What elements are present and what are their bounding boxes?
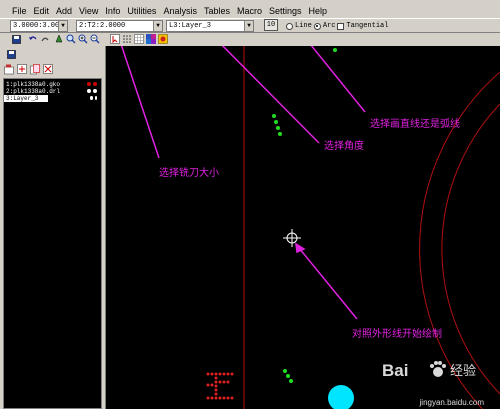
draw-mode-group: Line Arc Tangential [286,20,388,32]
layer-visibility-dot[interactable] [87,82,91,86]
layer-colors-icon[interactable] [146,34,156,44]
layer-move-icon[interactable] [17,64,28,75]
menu-bar: File Edit Add View Info Utilities Analys… [0,4,500,18]
layer-status-dots [87,89,97,93]
menu-add[interactable]: Add [56,6,72,16]
drill-dots-top [272,48,337,136]
grid-icon[interactable] [122,34,132,44]
canvas-drawing [120,46,500,409]
layer-copy-icon[interactable] [30,64,41,75]
annotation-tool-size: 选择铣刀大小 [159,168,219,179]
drawing-canvas[interactable]: 选择铣刀大小 选择画直线还是弧线 选择角度 对照外形线开始绘制 Bai 经验 j… [107,46,500,409]
aperture-select[interactable]: 3.0000:3.0000 ▼ [10,20,68,32]
layer-row[interactable]: 1:plk1338a0.gko [4,81,101,88]
paw-icon [430,361,446,377]
layer-visibility-dot[interactable] [90,96,93,100]
layer-value: L3:Layer_3 [169,22,212,30]
save-icon[interactable] [11,34,21,44]
layer-status-dots [90,96,97,100]
layer-color-dot[interactable] [94,96,97,100]
annotation-outline: 对照外形线开始绘制 [352,329,442,340]
layer-list: 1:plk1338a0.gko 2:plk1338a0.drl 3:Layer_… [3,78,102,409]
layer-panel: 1:plk1338a0.gko 2:plk1338a0.drl 3:Layer_… [0,46,106,409]
menu-analysis[interactable]: Analysis [163,6,197,16]
chevron-down-icon[interactable]: ▼ [58,21,67,31]
annotation-angle: 选择角度 [324,141,364,152]
menu-help[interactable]: Help [309,6,328,16]
layer-visibility-dot[interactable] [87,89,91,93]
layer-color-dot[interactable] [93,89,97,93]
redo-icon[interactable] [40,34,50,44]
chevron-down-icon[interactable]: ▼ [153,21,162,31]
menu-edit[interactable]: Edit [34,6,50,16]
undo-icon[interactable] [28,34,38,44]
layer-status-dots [87,82,97,86]
svg-text:经验: 经验 [450,363,476,379]
tangential-checkbox[interactable] [337,22,345,30]
menu-tables[interactable]: Tables [204,6,230,16]
zoom-out-icon[interactable] [90,34,100,44]
draw-toolbar: 3.0000:3.0000 ▼ 2:T2:2.0000 ▼ L3:Layer_3… [0,18,500,33]
layer-panel-toolbar [4,64,54,76]
menu-macro[interactable]: Macro [237,6,262,16]
annotation-arrows [120,46,366,320]
zoom-window-icon[interactable] [66,34,76,44]
chevron-down-icon[interactable]: ▼ [244,21,253,31]
watermark-domain: jingyan.baidu.com [419,398,484,407]
annotation-line-or-arc: 选择画直线还是弧线 [370,119,460,130]
drc-icon[interactable] [158,34,168,44]
arc-label: Arc [322,22,336,30]
tangential-label: Tangential [346,22,389,30]
jingyan-logo-icon: 经验 [450,363,476,379]
layer-row[interactable]: 2:plk1338a0.drl [4,88,101,95]
tool-select[interactable]: 2:T2:2.0000 ▼ [76,20,163,32]
layer-label: 2:plk1338a0.drl [6,88,61,95]
drill-dots-bottom [283,369,293,383]
line-label: Line [295,22,312,30]
outline-arc-inner [441,103,500,395]
layer-delete-icon[interactable] [43,64,54,75]
pan-icon[interactable] [54,34,64,44]
layer-add-icon[interactable] [4,64,15,75]
zoom-in-icon[interactable] [78,34,88,44]
layer-row-selected[interactable]: 3:Layer_3 [4,95,48,102]
arc-radio[interactable] [313,22,321,30]
step-angle-button[interactable]: 10 [264,19,278,31]
crosshair-cursor-icon [283,229,301,247]
layer-select[interactable]: L3:Layer_3 ▼ [166,20,254,32]
text-glyph-marks [206,372,234,400]
svg-text:Bai: Bai [382,361,408,380]
layer-label: 3:Layer_3 [6,95,39,102]
cursor-tool-icon[interactable] [110,34,120,44]
panel-save-icon[interactable] [6,49,16,59]
layer-label: 1:plk1338a0.gko [6,81,61,88]
menu-settings[interactable]: Settings [269,6,302,16]
baidu-logo-icon: Bai [382,361,408,380]
menu-file[interactable]: File [12,6,27,16]
menu-utilities[interactable]: Utilities [127,6,156,16]
baidu-watermark: Bai 经验 [382,357,498,383]
main-toolbar [0,33,500,46]
snap-grid-icon[interactable] [134,34,144,44]
tool-value: 2:T2:2.0000 [79,22,126,30]
menu-info[interactable]: Info [105,6,120,16]
layer-color-dot[interactable] [93,82,97,86]
pad-circle [328,385,354,409]
line-radio[interactable] [286,22,293,30]
menu-view[interactable]: View [79,6,98,16]
